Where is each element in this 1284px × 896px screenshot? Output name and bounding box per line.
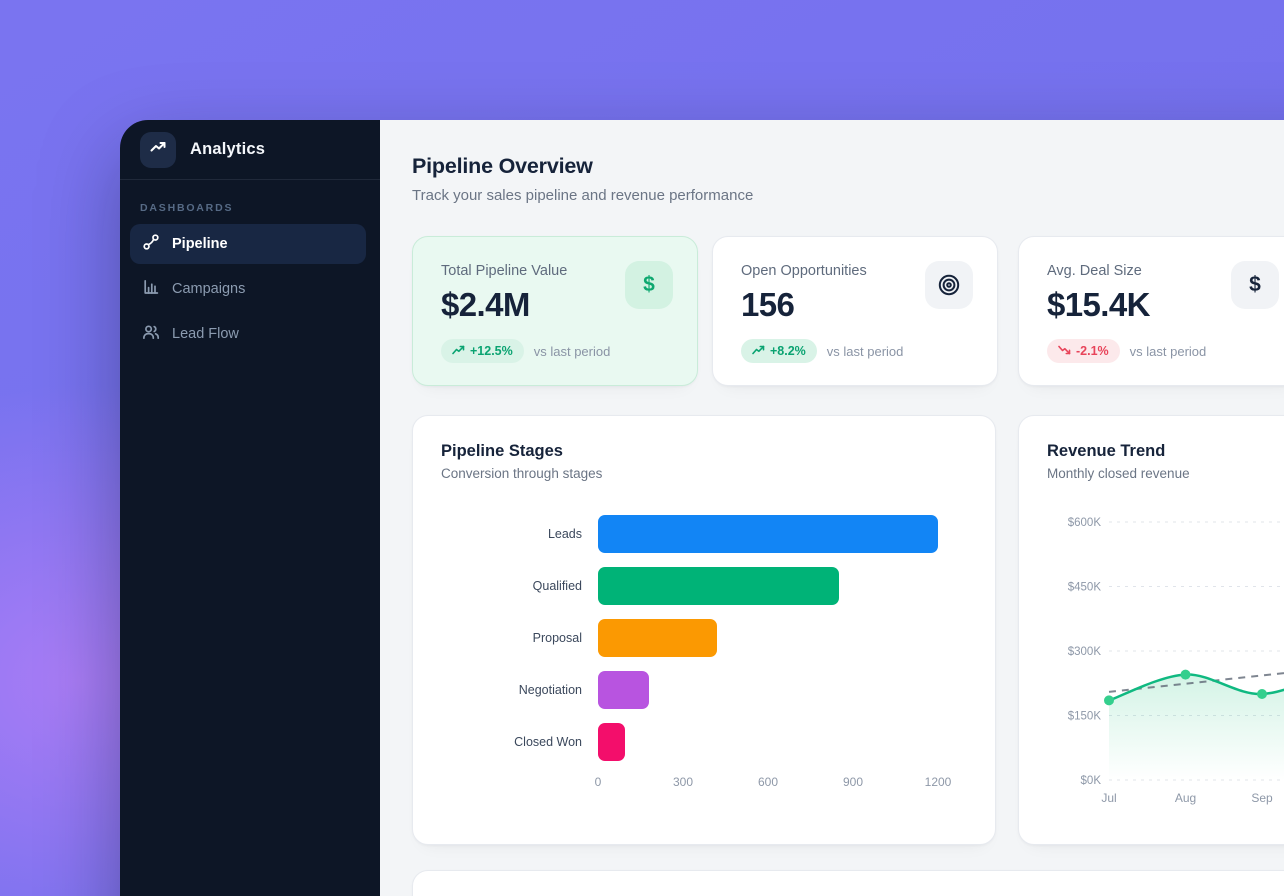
stats-row: Total Pipeline Value $2.4M $ +12.5% (412, 236, 1284, 386)
bar-row: Qualified (441, 567, 967, 605)
bar-category-label: Negotiation (441, 683, 598, 697)
app-window: Analytics DASHBOARDS Pipeline (120, 120, 1284, 896)
sidebar-item-pipeline[interactable]: Pipeline (130, 224, 366, 264)
change-badge: +8.2% (741, 339, 817, 363)
x-tick-label: Jul (1101, 791, 1116, 805)
dollar-icon: $ (1231, 261, 1279, 309)
pipeline-stages-card: Pipeline Stages Conversion through stage… (412, 415, 996, 845)
change-badge: -2.1% (1047, 339, 1120, 363)
bar-chart-icon (142, 278, 160, 300)
y-tick-label: $0K (1081, 775, 1102, 787)
bar-row: Negotiation (441, 671, 967, 709)
sidebar-item-campaigns[interactable]: Campaigns (130, 269, 366, 309)
sidebar: Analytics DASHBOARDS Pipeline (120, 120, 380, 896)
bar-row: Leads (441, 515, 967, 553)
stat-card-avg-deal-size: Avg. Deal Size $15.4K $ -2.1% vs l (1018, 236, 1284, 386)
compare-text: vs last period (827, 344, 904, 359)
trending-up-icon (752, 344, 765, 358)
bottom-card (412, 870, 1284, 896)
x-tick-label: 300 (673, 775, 693, 789)
line-chart: $0K $150K $300K $450K $600K Jul Aug Sep (1019, 416, 1284, 846)
route-icon (142, 233, 160, 255)
bar-category-label: Qualified (441, 579, 598, 593)
bar-track (598, 567, 967, 605)
trending-up-icon (452, 344, 465, 358)
x-tick-label: 600 (758, 775, 778, 789)
bar-proposal (598, 619, 717, 657)
compare-text: vs last period (534, 344, 611, 359)
bar-leads (598, 515, 938, 553)
bar-category-label: Proposal (441, 631, 598, 645)
users-icon (142, 323, 160, 345)
change-badge: +12.5% (441, 339, 524, 363)
data-point-aug (1181, 670, 1191, 680)
stat-card-total-pipeline-value: Total Pipeline Value $2.4M $ +12.5% (412, 236, 698, 386)
x-tick-label: 0 (595, 775, 602, 789)
bar-track (598, 723, 967, 761)
sidebar-header: Analytics (120, 120, 380, 180)
bar-track (598, 619, 967, 657)
bar-row: Closed Won (441, 723, 967, 761)
x-tick-label: Sep (1251, 791, 1273, 805)
bar-track (598, 515, 967, 553)
bar-category-label: Leads (441, 527, 598, 541)
sidebar-nav: Pipeline Campaigns (120, 224, 380, 359)
stat-card-open-opportunities: Open Opportunities 156 (712, 236, 998, 386)
desktop-background: Analytics DASHBOARDS Pipeline (0, 0, 1284, 896)
y-tick-label: $600K (1068, 517, 1102, 529)
x-tick-label: 900 (843, 775, 863, 789)
bar-closed-won (598, 723, 625, 761)
app-logo (140, 132, 176, 168)
sidebar-item-label: Pipeline (172, 236, 228, 252)
y-tick-label: $450K (1068, 582, 1102, 594)
x-tick-label: 1200 (925, 775, 952, 789)
horizontal-bar-chart: Leads Qualified Proposal Negotiation Closed … (441, 515, 967, 761)
x-axis-ticks: 0 300 600 900 1200 (598, 775, 967, 793)
data-point-sep (1257, 689, 1267, 699)
revenue-area (1109, 668, 1284, 780)
page-subtitle: Track your sales pipeline and revenue pe… (412, 186, 1284, 206)
sidebar-item-lead-flow[interactable]: Lead Flow (130, 314, 366, 354)
main-content: Pipeline Overview Track your sales pipel… (380, 120, 1284, 896)
target-icon (925, 261, 973, 309)
trending-up-icon (149, 138, 167, 161)
y-tick-label: $300K (1068, 646, 1102, 658)
trending-down-icon (1058, 344, 1071, 358)
dollar-icon: $ (625, 261, 673, 309)
app-title: Analytics (190, 140, 265, 159)
chart-title: Pipeline Stages (441, 442, 967, 461)
charts-row: Pipeline Stages Conversion through stage… (412, 415, 1284, 845)
chart-subtitle: Conversion through stages (441, 466, 967, 481)
page-title: Pipeline Overview (412, 153, 1284, 179)
revenue-trend-card: Revenue Trend Monthly closed revenue $0K… (1018, 415, 1284, 845)
x-tick-label: Aug (1175, 791, 1196, 805)
compare-text: vs last period (1130, 344, 1207, 359)
sidebar-item-label: Lead Flow (172, 326, 239, 342)
y-tick-label: $150K (1068, 711, 1102, 723)
sidebar-item-label: Campaigns (172, 281, 245, 297)
bar-row: Proposal (441, 619, 967, 657)
data-point-jul (1104, 695, 1114, 705)
sidebar-section-label: DASHBOARDS (140, 202, 360, 214)
bar-category-label: Closed Won (441, 735, 598, 749)
bar-negotiation (598, 671, 649, 709)
bar-track (598, 671, 967, 709)
bar-qualified (598, 567, 839, 605)
